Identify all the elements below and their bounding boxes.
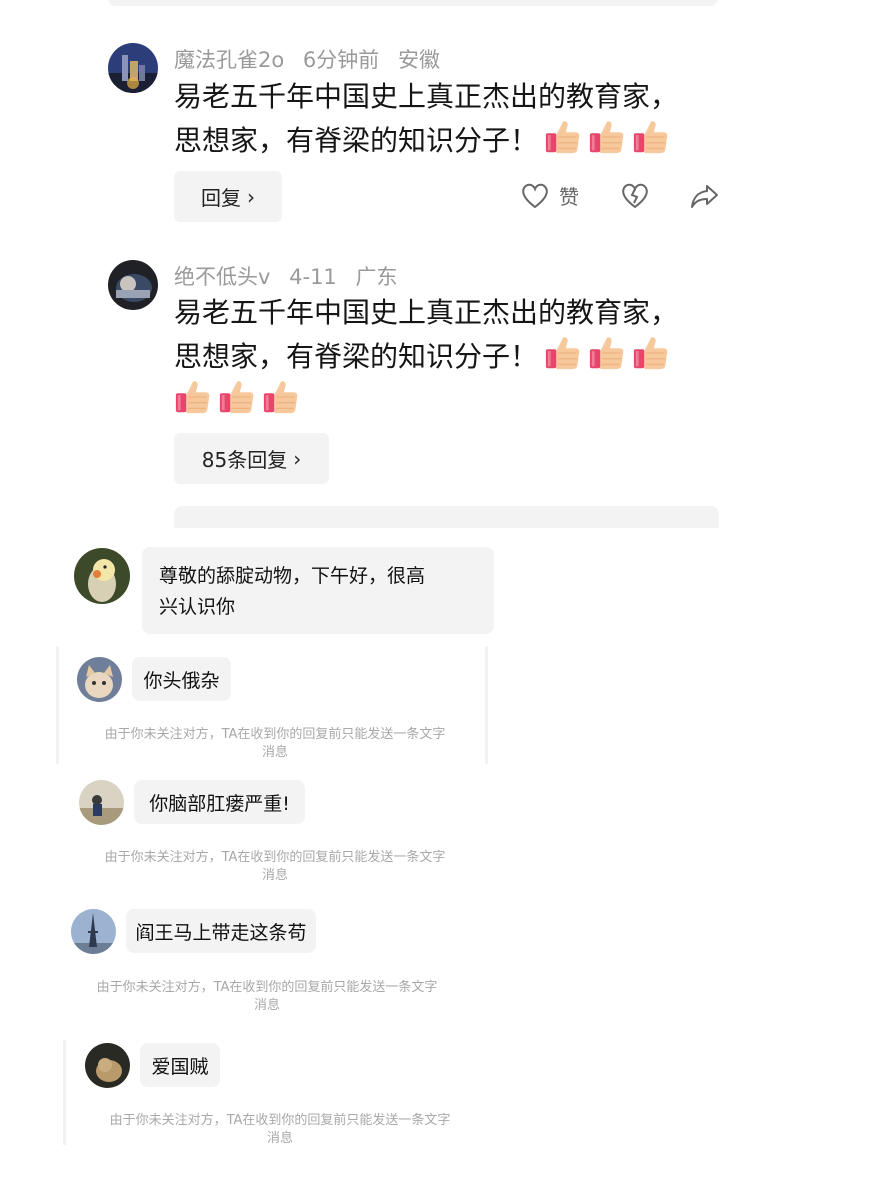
notice-line: 消息 xyxy=(266,1131,293,1146)
chat-avatar-4[interactable] xyxy=(71,909,116,954)
thumbs-up-emoji xyxy=(632,118,670,156)
thumbs-up-emoji xyxy=(588,118,626,156)
previous-comment-panel xyxy=(108,0,718,6)
heart-icon xyxy=(522,183,548,208)
thumbs-up-emoji xyxy=(632,334,670,372)
chat-bubble-2: 你头俄杂 xyxy=(132,657,231,701)
comment-avatar-1[interactable] xyxy=(108,43,158,93)
view-replies-button[interactable]: 85条回复 › xyxy=(174,433,329,484)
like-button[interactable]: 赞 xyxy=(521,181,579,210)
comment-text-1: 易老五千年中国史上真正杰出的教育家， 思想家，有脊梁的知识分子！ xyxy=(174,76,734,162)
notice-line: 消息 xyxy=(261,745,288,760)
chat-message: 你头俄杂 xyxy=(143,669,220,692)
chat-bubble-4: 阎王马上带走这条苟 xyxy=(126,909,316,953)
notice-line: 由于你未关注对方，TA在收到你的回复前只能发送一条文字 xyxy=(96,980,438,995)
notice-line: 由于你未关注对方，TA在收到你的回复前只能发送一条文字 xyxy=(104,850,446,865)
chat-avatar-2[interactable] xyxy=(77,657,122,702)
share-icon xyxy=(691,185,718,208)
chat-bubble-3: 你脑部肛瘘严重! xyxy=(134,780,305,824)
chevron-right-icon: › xyxy=(293,446,302,471)
replies-label: 85条回复 xyxy=(201,448,288,472)
comment-location: 广东 xyxy=(355,265,398,289)
chat-message-line: 兴认识你 xyxy=(159,596,236,618)
comment-meta-2: 绝不低头v 4-11 广东 xyxy=(174,261,409,291)
comment-time: 6分钟前 xyxy=(302,48,380,72)
thumbs-up-emoji xyxy=(588,334,626,372)
chat-message-line: 尊敬的舔腚动物，下午好，很高 xyxy=(159,565,426,587)
chat-message: 尊敬的舔腚动物，下午好，很高 兴认识你 xyxy=(159,561,425,623)
chat-bubble-1: 尊敬的舔腚动物，下午好，很高 兴认识你 xyxy=(142,547,494,634)
comment-text-line: 易老五千年中国史上真正杰出的教育家， xyxy=(174,80,679,113)
follow-notice: 由于你未关注对方，TA在收到你的回复前只能发送一条文字 消息 xyxy=(80,849,470,885)
reply-button[interactable]: 回复 › xyxy=(174,171,282,222)
dislike-button[interactable] xyxy=(621,183,649,213)
comment-username[interactable]: 魔法孔雀2o xyxy=(174,48,284,72)
thumbs-up-emoji xyxy=(174,378,212,416)
thumbs-up-emoji xyxy=(544,334,582,372)
like-label: 赞 xyxy=(559,185,579,209)
thumbs-up-emoji xyxy=(218,378,256,416)
notice-line: 由于你未关注对方，TA在收到你的回复前只能发送一条文字 xyxy=(109,1113,451,1128)
thumbs-up-emoji xyxy=(544,118,582,156)
chat-bubble-5: 爱国贼 xyxy=(140,1043,220,1087)
comment-avatar-2[interactable] xyxy=(108,260,158,310)
notice-line: 消息 xyxy=(261,868,288,883)
screenshot-border xyxy=(485,646,488,764)
comment-text-2: 易老五千年中国史上真正杰出的教育家， 思想家，有脊梁的知识分子！ xyxy=(174,292,734,422)
chat-message: 你脑部肛瘘严重! xyxy=(149,792,290,815)
chat-message: 爱国贼 xyxy=(151,1055,209,1078)
follow-notice: 由于你未关注对方，TA在收到你的回复前只能发送一条文字 消息 xyxy=(72,979,462,1015)
comment-time: 4-11 xyxy=(289,265,337,289)
chevron-right-icon: › xyxy=(247,184,255,209)
share-button[interactable] xyxy=(690,183,720,213)
comment-username[interactable]: 绝不低头v xyxy=(174,265,270,289)
screenshot-border xyxy=(63,1040,66,1145)
thumbs-up-emoji xyxy=(262,378,300,416)
chat-avatar-1[interactable] xyxy=(74,548,130,604)
reply-panel xyxy=(174,506,719,528)
reply-label: 回复 xyxy=(201,186,241,210)
chat-message: 阎王马上带走这条苟 xyxy=(135,921,307,944)
screenshot-border xyxy=(56,646,59,764)
notice-line: 消息 xyxy=(253,998,280,1013)
chat-avatar-5[interactable] xyxy=(85,1043,130,1088)
chat-avatar-3[interactable] xyxy=(79,780,124,825)
follow-notice: 由于你未关注对方，TA在收到你的回复前只能发送一条文字 消息 xyxy=(85,1112,475,1148)
comment-meta-1: 魔法孔雀2o 6分钟前 安徽 xyxy=(174,44,452,74)
follow-notice: 由于你未关注对方，TA在收到你的回复前只能发送一条文字 消息 xyxy=(80,726,470,762)
comment-location: 安徽 xyxy=(397,48,440,72)
comment-text-line: 思想家，有脊梁的知识分子！ xyxy=(174,124,539,157)
comment-text-line: 易老五千年中国史上真正杰出的教育家， xyxy=(174,296,679,329)
comment-text-line: 思想家，有脊梁的知识分子！ xyxy=(174,340,539,373)
notice-line: 由于你未关注对方，TA在收到你的回复前只能发送一条文字 xyxy=(104,727,446,742)
broken-heart-icon xyxy=(622,183,648,209)
